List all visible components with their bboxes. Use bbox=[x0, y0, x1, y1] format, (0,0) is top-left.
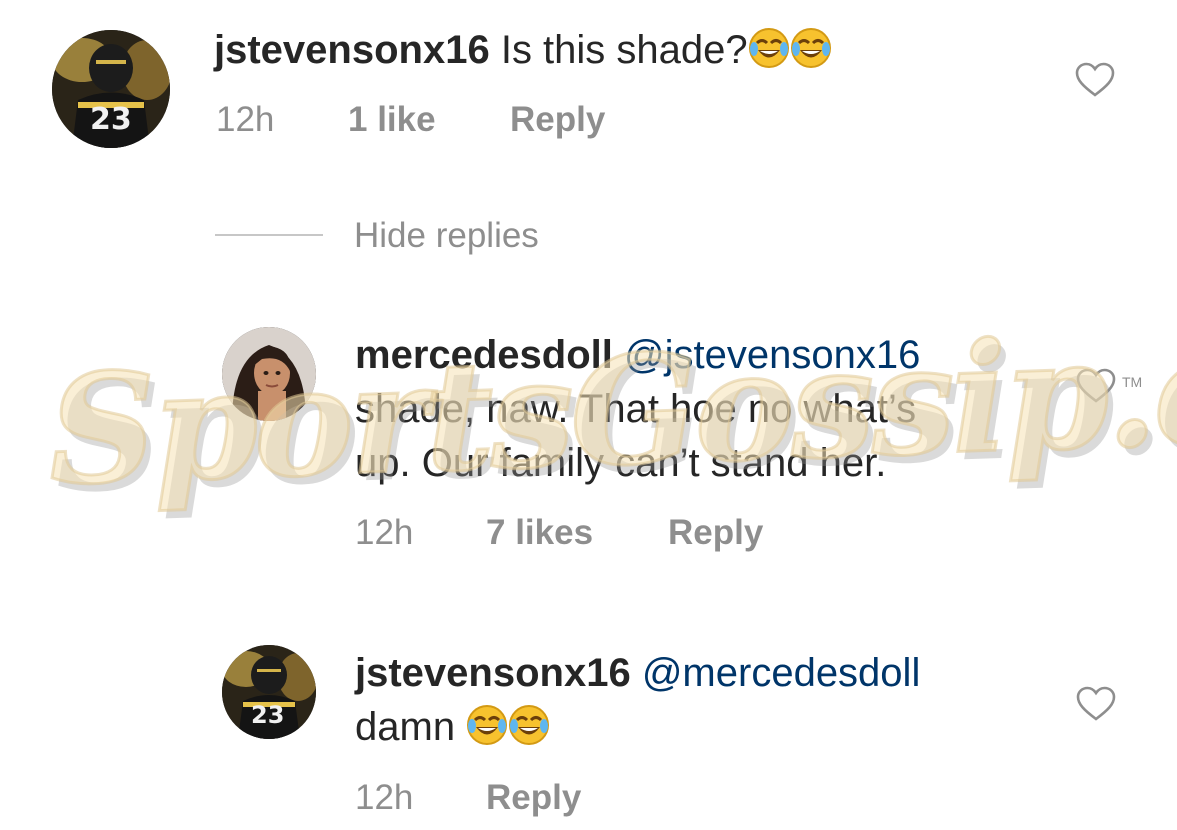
tears-of-joy-emoji-icon bbox=[790, 27, 832, 80]
reply-reply-button[interactable]: Reply bbox=[668, 513, 763, 553]
reply-time: 12h bbox=[355, 513, 414, 552]
replies-divider bbox=[215, 234, 323, 236]
reply-mention[interactable]: @jstevensonx16 bbox=[624, 333, 920, 377]
reply-line-1: mercedesdoll @jstevensonx16 bbox=[355, 330, 920, 380]
avatar-jstevensonx16[interactable]: 23 bbox=[52, 30, 170, 148]
reply-likes[interactable]: 7 likes bbox=[486, 513, 593, 553]
comment-username[interactable]: jstevensonx16 bbox=[214, 28, 490, 72]
reply-username[interactable]: mercedesdoll bbox=[355, 333, 613, 377]
like-heart-icon[interactable] bbox=[1076, 686, 1116, 722]
reply-text: damn bbox=[355, 705, 456, 749]
comment-line: jstevensonx16 Is this shade? bbox=[214, 26, 832, 80]
comment-time: 12h bbox=[216, 100, 275, 139]
avatar-number: 23 bbox=[90, 102, 132, 137]
comment-likes[interactable]: 1 like bbox=[348, 100, 436, 140]
reply-text-line: up. Our family can’t stand her. bbox=[355, 441, 887, 485]
avatar-jstevensonx16[interactable]: 23 bbox=[222, 645, 316, 739]
reply-mention[interactable]: @mercedesdoll bbox=[642, 651, 921, 695]
reply-text-line: damn bbox=[355, 702, 550, 758]
tears-of-joy-emoji-icon bbox=[466, 704, 508, 758]
like-heart-icon[interactable] bbox=[1075, 62, 1115, 98]
hide-replies-button[interactable]: Hide replies bbox=[354, 216, 539, 256]
tears-of-joy-emoji-icon bbox=[508, 704, 550, 758]
tears-of-joy-emoji-icon bbox=[748, 27, 790, 80]
avatar-mercedesdoll[interactable] bbox=[222, 327, 316, 421]
like-heart-icon[interactable] bbox=[1076, 368, 1116, 404]
reply-line-1: jstevensonx16 @mercedesdoll bbox=[355, 648, 920, 698]
comment-text: Is this shade? bbox=[500, 28, 748, 72]
watermark-trademark: TM bbox=[1122, 374, 1143, 390]
reply-reply-button[interactable]: Reply bbox=[486, 778, 581, 818]
reply-username[interactable]: jstevensonx16 bbox=[355, 651, 631, 695]
reply-time: 12h bbox=[355, 778, 414, 817]
avatar-number: 23 bbox=[251, 701, 285, 729]
comment-reply-button[interactable]: Reply bbox=[510, 100, 605, 140]
reply-text-line: shade, naw. That hoe no what’s bbox=[355, 387, 917, 431]
